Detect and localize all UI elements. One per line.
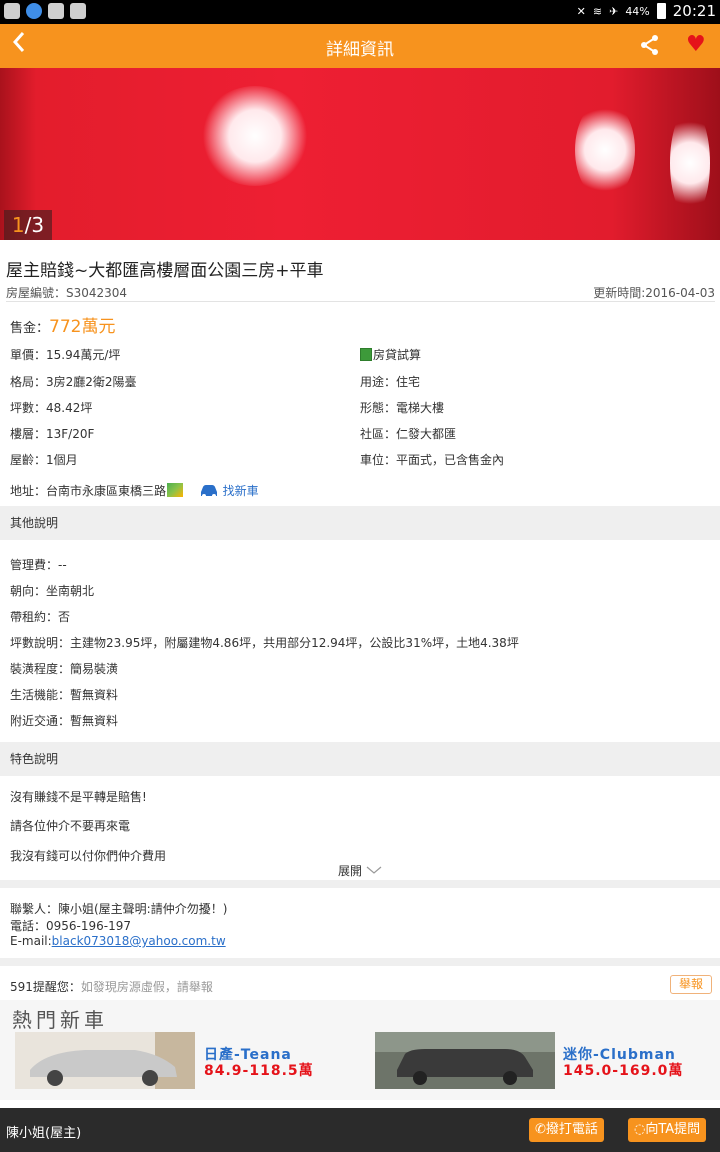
building-age: 屋齡：1個月 — [10, 453, 78, 467]
chevron-down-icon — [366, 866, 382, 874]
call-label: 撥打電話 — [545, 1122, 598, 1137]
report-button[interactable]: 舉報 — [670, 975, 712, 994]
contact-person: 聯繫人：陳小姐(屋主聲明:請仲介勿擾！) — [10, 902, 228, 916]
listing-id: 房屋編號：S3042304 — [6, 286, 128, 300]
battery-percent: 44% — [625, 4, 650, 18]
photo-counter: 1/3 — [4, 210, 52, 240]
ask-button[interactable]: ◌向TA提問 — [628, 1118, 707, 1142]
contact-email-row: E-mail:black073018@yahoo.com.tw — [10, 934, 226, 948]
email-label: E-mail: — [10, 934, 52, 948]
battery-icon — [656, 3, 666, 19]
mute-icon: ✕ — [576, 4, 586, 18]
address-row: 地址：台南市永康區東橋三路 找新車 — [10, 482, 259, 501]
price-value: 772萬元 — [49, 317, 116, 337]
phone-icon: ✆ — [535, 1122, 546, 1137]
loan-calculator-label: 房貸試算 — [373, 348, 422, 362]
bottom-action-bar: 陳小姐(屋主) ✆撥打電話 ◌向TA提問 — [0, 1108, 720, 1152]
clock: 20:21 — [672, 2, 716, 20]
fraud-reminder: 591提醒您：如發現房源虛假，請舉報 — [10, 978, 213, 995]
airplane-icon: ✈ — [609, 4, 619, 18]
call-button[interactable]: ✆撥打電話 — [529, 1118, 604, 1142]
feature-item: 我沒有錢可以付你們仲介費用 — [10, 849, 167, 863]
other-item: 帶租約：否 — [10, 610, 71, 624]
email-link[interactable]: black073018@yahoo.com.tw — [52, 934, 226, 948]
car-photo-clubman[interactable] — [375, 1032, 555, 1089]
loan-calculator-link[interactable]: 房貸試算 — [360, 346, 421, 363]
feature-item: 請各位仲介不要再來電 — [10, 819, 131, 833]
parking: 車位：平面式，已含售金內 — [360, 453, 505, 467]
contact-phone[interactable]: 電話：0956-196-197 — [10, 917, 131, 934]
status-bar: ✕ ≋ ✈ 44% 20:21 — [0, 0, 720, 24]
ad-car-price: 84.9-118.5萬 — [204, 1063, 314, 1079]
community: 社區：仁發大都匯 — [360, 427, 457, 441]
hot-cars-ad[interactable]: 熱門新車 日產-Teana 84.9-118.5萬 迷你-Clubman 145… — [0, 1000, 720, 1100]
car-icon[interactable] — [199, 484, 219, 501]
layout: 格局：3房2廳2衛2陽臺 — [10, 375, 137, 389]
listing-meta: 房屋編號：S3042304 更新時間:2016-04-03 — [6, 284, 715, 302]
ad-heading: 熱門新車 — [12, 1008, 108, 1032]
car-photo-teana[interactable] — [15, 1032, 195, 1089]
reminder-prefix: 591提醒您： — [10, 980, 81, 994]
expand-label: 展開 — [338, 864, 363, 878]
other-item: 坪數說明：主建物23.95坪，附屬建物4.86坪，共用部分12.94坪，公設比3… — [10, 636, 519, 650]
find-new-car-link[interactable]: 找新車 — [223, 484, 259, 498]
other-item: 裝潢程度：簡易裝潢 — [10, 662, 119, 676]
unit-price: 單價：15.94萬元/坪 — [10, 348, 121, 362]
photo-gallery[interactable]: 1/3 — [0, 68, 720, 240]
ask-label: 向TA提問 — [645, 1122, 701, 1137]
share-button[interactable] — [640, 34, 660, 60]
other-item: 生活機能：暫無資料 — [10, 688, 119, 702]
area: 坪數：48.42坪 — [10, 401, 93, 415]
usage: 用途：住宅 — [360, 375, 421, 389]
heart-icon: ♥ — [686, 32, 706, 57]
k-notification-icon — [26, 3, 42, 19]
notification-icons — [4, 3, 86, 19]
ad-car-price: 145.0-169.0萬 — [563, 1063, 684, 1079]
price: 售金：772萬元 — [10, 312, 115, 337]
gallery-notification-icon — [48, 3, 64, 19]
other-item: 朝向：坐南朝北 — [10, 584, 95, 598]
photo-counter-total: /3 — [24, 213, 45, 237]
building-type: 形態：電梯大樓 — [360, 401, 445, 415]
calculator-icon — [360, 348, 372, 361]
other-item: 管理費：-- — [10, 558, 67, 572]
share-icon — [641, 35, 658, 55]
map-icon[interactable] — [167, 483, 184, 497]
photo-highlight — [575, 100, 635, 200]
app-notification-icon — [4, 3, 20, 19]
section-other-heading: 其他說明 — [0, 506, 720, 540]
divider — [0, 958, 720, 966]
chat-icon: ◌ — [634, 1122, 646, 1137]
updated-time: 更新時間:2016-04-03 — [593, 286, 715, 300]
listing-title: 屋主賠錢~大都匯高樓層面公園三房+平車 — [6, 261, 324, 281]
wifi-icon: ≋ — [592, 4, 603, 18]
page-title: 詳細資訊 — [326, 40, 394, 60]
photo-highlight — [670, 108, 710, 218]
file-notification-icon — [70, 3, 86, 19]
photo-highlight — [200, 86, 310, 186]
expand-button[interactable]: 展開 — [338, 862, 382, 879]
divider — [0, 880, 720, 888]
favorite-button[interactable]: ♥ — [686, 34, 706, 56]
price-label: 售金： — [10, 321, 50, 336]
other-item: 附近交通：暫無資料 — [10, 714, 119, 728]
section-features-heading: 特色說明 — [0, 742, 720, 776]
feature-item: 沒有賺錢不是平轉是賠售! — [10, 790, 147, 804]
app-bar: 詳細資訊 ♥ — [0, 24, 720, 68]
photo-counter-current: 1 — [11, 213, 25, 237]
address: 地址：台南市永康區東橋三路 — [10, 484, 167, 498]
reminder-text: 如發現房源虛假，請舉報 — [80, 980, 213, 994]
floor: 樓層：13F/20F — [10, 427, 95, 441]
owner-name: 陳小姐(屋主) — [6, 1126, 82, 1141]
